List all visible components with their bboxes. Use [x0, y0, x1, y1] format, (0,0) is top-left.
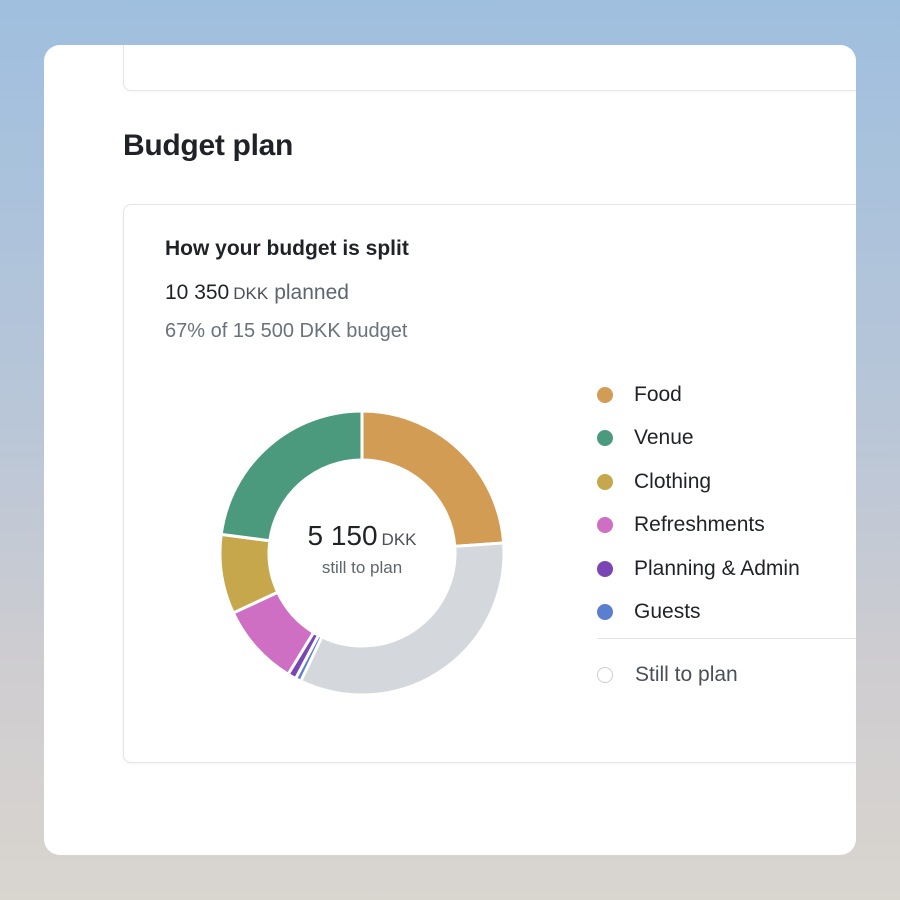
legend-dot-still-to-plan: [597, 666, 613, 683]
donut-slice-venue[interactable]: [219, 409, 364, 543]
legend-dot-food: [597, 386, 613, 403]
donut-slice-still-to-plan[interactable]: [299, 541, 506, 697]
legend-item-still-to-plan[interactable]: Still to plan: [597, 653, 856, 697]
donut-slice-food[interactable]: [360, 409, 506, 548]
legend-item-planning-admin[interactable]: Planning & Admin: [597, 547, 856, 591]
legend-divider: [597, 638, 856, 639]
legend-dot-clothing: [597, 473, 613, 490]
legend-item-venue[interactable]: Venue: [597, 417, 856, 461]
legend-item-clothing[interactable]: Clothing: [597, 460, 856, 504]
legend-label-planning-admin: Planning & Admin: [634, 556, 800, 580]
legend-label-still-to-plan: Still to plan: [635, 662, 738, 686]
previous-section-card: [123, 45, 856, 91]
legend-dot-venue: [597, 430, 613, 447]
card-heading: How your budget is split: [165, 237, 409, 260]
legend-item-guests[interactable]: Guests: [597, 591, 856, 635]
planned-amount-line: 10 350 DKK planned: [165, 281, 349, 305]
budget-split-card: How your budget is split 10 350 DKK planne…: [123, 204, 856, 763]
planned-currency: DKK: [233, 284, 269, 303]
planned-amount: 10 350: [165, 281, 230, 304]
legend-dot-guests: [597, 604, 613, 621]
legend-label-clothing: Clothing: [634, 469, 712, 493]
app-window: Budget plan How your budget is split 10 …: [44, 45, 856, 855]
planned-suffix: planned: [274, 281, 349, 304]
section-title: Budget plan: [123, 129, 294, 162]
legend-item-refreshments[interactable]: Refreshments: [597, 504, 856, 548]
donut-svg: [218, 409, 506, 697]
legend-label-venue: Venue: [634, 426, 694, 450]
legend-dot-planning-admin: [597, 560, 613, 577]
legend-dot-refreshments: [597, 517, 613, 534]
legend-label-food: Food: [634, 382, 682, 406]
legend-label-guests: Guests: [634, 600, 701, 624]
legend-item-food[interactable]: Food: [597, 373, 856, 417]
budget-donut-chart: 5 150 DKK still to plan: [217, 408, 507, 698]
chart-legend: Food Venue Clothing Refreshments Plannin…: [597, 373, 856, 697]
legend-label-refreshments: Refreshments: [634, 513, 765, 537]
budget-summary: 67% of 15 500 DKK budget: [165, 320, 408, 342]
